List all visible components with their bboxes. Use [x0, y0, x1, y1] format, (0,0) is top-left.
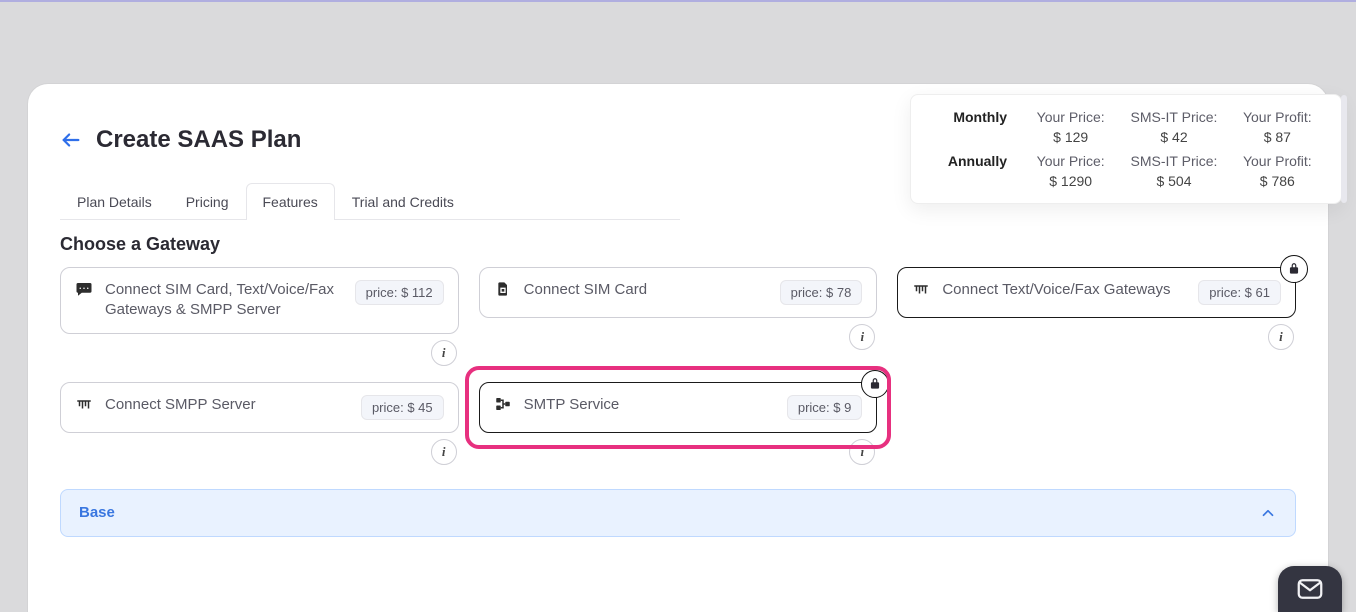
gateway-card[interactable]: Connect SMPP Server price: $ 45 [60, 382, 459, 433]
info-icon[interactable]: i [849, 324, 875, 350]
gateway-option-text-voice-fax: Connect Text/Voice/Fax Gateways price: $… [897, 267, 1296, 366]
page-card: Monthly Your Price: $ 129 SMS-IT Price: … [28, 84, 1328, 612]
mail-icon [1295, 574, 1325, 604]
pricing-row-monthly: Monthly Your Price: $ 129 SMS-IT Price: … [931, 109, 1325, 145]
gateway-title: SMTP Service [524, 395, 775, 415]
chat-fab[interactable] [1278, 566, 1342, 612]
pricing-smsit-price-annually: SMS-IT Price: $ 504 [1126, 153, 1221, 189]
gateway-icon [912, 280, 930, 298]
gateway-card[interactable]: Connect SIM Card price: $ 78 [479, 267, 878, 318]
message-icon [75, 280, 93, 298]
gateway-option-smtp-service: SMTP Service price: $ 9 i [479, 382, 878, 465]
info-icon[interactable]: i [1268, 324, 1294, 350]
gateway-title: Connect SIM Card [524, 280, 768, 300]
gateway-option-smpp-server: Connect SMPP Server price: $ 45 i [60, 382, 459, 465]
gateway-price: price: $ 78 [780, 280, 863, 305]
pricing-your-price-annually: Your Price: $ 1290 [1023, 153, 1118, 189]
gateway-title: Connect SMPP Server [105, 395, 349, 415]
pricing-profit-monthly: Your Profit: $ 87 [1230, 109, 1325, 145]
gateway-price: price: $ 45 [361, 395, 444, 420]
pricing-profit-annually: Your Profit: $ 786 [1230, 153, 1325, 189]
lock-icon [1280, 255, 1308, 283]
gateway-price: price: $ 61 [1198, 280, 1281, 305]
lock-icon [861, 370, 889, 398]
tab-plan-details[interactable]: Plan Details [60, 183, 169, 220]
info-icon[interactable]: i [431, 439, 457, 465]
smtp-icon [494, 395, 512, 413]
tabs: Plan Details Pricing Features Trial and … [60, 182, 680, 220]
pricing-smsit-price-monthly: SMS-IT Price: $ 42 [1126, 109, 1221, 145]
pricing-summary-panel: Monthly Your Price: $ 129 SMS-IT Price: … [910, 94, 1342, 204]
gateway-title: Connect SIM Card, Text/Voice/Fax Gateway… [105, 280, 343, 321]
gateway-grid: Connect SIM Card, Text/Voice/Fax Gateway… [60, 267, 1296, 465]
gateway-price: price: $ 9 [787, 395, 862, 420]
tab-features[interactable]: Features [246, 183, 335, 220]
pricing-period-annually: Annually [931, 153, 1015, 169]
gateway-card[interactable]: Connect Text/Voice/Fax Gateways price: $… [897, 267, 1296, 318]
pricing-your-price-monthly: Your Price: $ 129 [1023, 109, 1118, 145]
page-title: Create SAAS Plan [96, 126, 301, 154]
info-icon[interactable]: i [431, 340, 457, 366]
gateway-option-sim-card: Connect SIM Card price: $ 78 i [479, 267, 878, 366]
pricing-period-monthly: Monthly [931, 109, 1015, 125]
sim-icon [494, 280, 512, 298]
accordion-label: Base [79, 504, 115, 521]
back-arrow-icon[interactable] [60, 129, 82, 151]
gateway-option-sim-text-voice-fax-smpp: Connect SIM Card, Text/Voice/Fax Gateway… [60, 267, 459, 366]
pricing-row-annually: Annually Your Price: $ 1290 SMS-IT Price… [931, 153, 1325, 189]
accordion-base[interactable]: Base [60, 489, 1296, 537]
chevron-up-icon [1259, 504, 1277, 522]
gateway-card[interactable]: SMTP Service price: $ 9 [479, 382, 878, 433]
info-icon[interactable]: i [849, 439, 875, 465]
gateway-card[interactable]: Connect SIM Card, Text/Voice/Fax Gateway… [60, 267, 459, 334]
gateway-section-title: Choose a Gateway [60, 234, 1296, 255]
gateway-icon [75, 395, 93, 413]
tab-trial-credits[interactable]: Trial and Credits [335, 183, 471, 220]
tab-pricing[interactable]: Pricing [169, 183, 246, 220]
gateway-title: Connect Text/Voice/Fax Gateways [942, 280, 1186, 300]
gateway-price: price: $ 112 [355, 280, 444, 305]
